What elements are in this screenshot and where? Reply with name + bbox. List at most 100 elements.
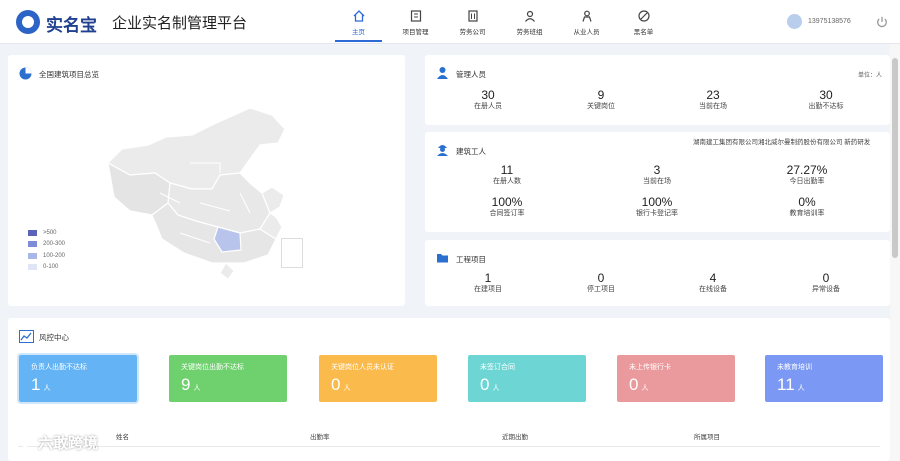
risk-value: 11 bbox=[777, 375, 795, 394]
trend-chart-icon bbox=[19, 330, 34, 343]
folder-icon bbox=[437, 254, 448, 263]
stat-online-devices: 4 在线设备 bbox=[663, 271, 763, 295]
watermark: 六敢跨境 bbox=[10, 432, 98, 453]
scrollbar-thumb[interactable] bbox=[892, 58, 898, 258]
stat-value: 100% bbox=[641, 195, 673, 209]
risk-label: 关键岗位出勤不达标 bbox=[181, 364, 244, 371]
legend-item: >500 bbox=[28, 227, 65, 239]
logo-icon bbox=[16, 10, 40, 34]
risk-label: 未上传银行卡 bbox=[629, 364, 671, 371]
nav-item-project-management[interactable]: 项目管理 bbox=[387, 0, 444, 44]
stat-label: 当前在场 bbox=[699, 103, 727, 110]
pie-chart-icon bbox=[19, 67, 32, 80]
nav-item-labor-company[interactable]: 劳务公司 bbox=[444, 0, 501, 44]
stat-value: 100% bbox=[491, 195, 523, 209]
stat-label: 在册人数 bbox=[493, 178, 521, 185]
blacklist-icon bbox=[637, 9, 650, 22]
risk-control-panel: 风控中心 负责人出勤不达标 1人 关键岗位出勤不达标 9人 关键岗位人员未认证 … bbox=[8, 318, 890, 461]
risk-value: 0 bbox=[480, 375, 490, 394]
risk-unit: 人 bbox=[43, 385, 51, 392]
legend-label: >500 bbox=[43, 229, 57, 236]
risk-unit: 人 bbox=[343, 385, 351, 392]
risk-box-key-attendance[interactable]: 关键岗位出勤不达标 9人 bbox=[169, 355, 287, 402]
map-legend: >500 200-300 100-200 0-100 bbox=[28, 227, 65, 273]
stat-label: 在册人员 bbox=[474, 103, 502, 110]
team-icon bbox=[524, 10, 535, 22]
stat-value: 0 bbox=[822, 271, 830, 285]
risk-box-no-bank-card[interactable]: 未上传银行卡 0人 bbox=[617, 355, 735, 402]
stat-attendance-rate: 27.27% 今日出勤率 bbox=[757, 163, 857, 187]
south-china-sea-inset bbox=[281, 238, 303, 268]
panel-title: 工程项目 bbox=[456, 255, 486, 264]
panel-title: 全国建筑项目总览 bbox=[39, 70, 99, 79]
stat-training-rate: 0% 教育培训率 bbox=[757, 195, 857, 219]
stat-label: 在建项目 bbox=[474, 286, 502, 293]
worker-helmet-icon bbox=[437, 145, 448, 156]
user-phone: 13975138576 bbox=[808, 18, 851, 25]
risk-value: 1 bbox=[31, 375, 41, 394]
unit-label: 单位：人 bbox=[857, 73, 882, 79]
nav-label: 黑名单 bbox=[633, 28, 654, 36]
legend-label: 0-100 bbox=[43, 264, 59, 271]
nav-item-labor-team[interactable]: 劳务班组 bbox=[501, 0, 558, 44]
column-header-recent-attendance[interactable]: 近期出勤 bbox=[502, 431, 528, 441]
nav-item-blacklist[interactable]: 黑名单 bbox=[615, 0, 672, 44]
stat-label: 异常设备 bbox=[812, 286, 840, 293]
main-nav: 主页 项目管理 劳务公司 劳务班组 从业人员 黑名单 bbox=[330, 0, 672, 44]
risk-label: 负责人出勤不达标 bbox=[31, 364, 87, 371]
stat-registered-staff: 30 在册人员 bbox=[438, 88, 538, 112]
risk-box-no-training[interactable]: 未教育培训 11 人 bbox=[765, 355, 883, 402]
manager-icon bbox=[437, 67, 448, 79]
table-cell-project: 湖南建工集团有限公司湘北威尔曼制药股份有限公司 新药研发 bbox=[693, 139, 871, 146]
legend-label: 100-200 bbox=[43, 252, 66, 259]
column-header-attendance-rate[interactable]: 出勤率 bbox=[310, 431, 330, 441]
worker-icon bbox=[581, 10, 592, 22]
stat-value: 1 bbox=[484, 271, 492, 285]
risk-unit: 人 bbox=[797, 385, 805, 392]
watermark-logo-icon bbox=[11, 434, 29, 451]
nav-label: 劳务公司 bbox=[459, 28, 486, 36]
legend-item: 200-300 bbox=[28, 239, 65, 251]
avatar[interactable] bbox=[787, 14, 802, 29]
risk-value: 9 bbox=[181, 375, 191, 394]
building-icon bbox=[467, 9, 478, 22]
nav-item-workers[interactable]: 从业人员 bbox=[558, 0, 615, 44]
risk-box-leader-attendance[interactable]: 负责人出勤不达标 1人 bbox=[17, 353, 139, 404]
risk-label: 未教育培训 bbox=[777, 364, 812, 371]
risk-label: 关键岗位人员未认证 bbox=[331, 364, 394, 371]
stat-active-projects: 1 在建项目 bbox=[438, 271, 538, 295]
stat-value: 3 bbox=[653, 163, 661, 177]
stat-value: 9 bbox=[597, 88, 605, 102]
risk-unit: 人 bbox=[193, 385, 201, 392]
column-header-project[interactable]: 所属项目 bbox=[694, 431, 720, 441]
stat-label: 停工项目 bbox=[587, 286, 615, 293]
stat-contract-rate: 100% 合同签订率 bbox=[457, 195, 557, 219]
platform-title: 企业实名制管理平台 bbox=[112, 14, 248, 32]
stat-label: 银行卡登记率 bbox=[636, 210, 678, 217]
stat-label: 合同签订率 bbox=[489, 210, 525, 217]
stat-abnormal-devices: 0 异常设备 bbox=[776, 271, 876, 295]
nav-label: 主页 bbox=[352, 28, 365, 36]
table-divider bbox=[18, 446, 880, 447]
power-icon[interactable] bbox=[875, 15, 889, 29]
scrollbar[interactable] bbox=[890, 44, 900, 461]
panel-title: 管理人员 bbox=[456, 70, 486, 79]
stat-label: 今日出勤率 bbox=[789, 178, 825, 185]
risk-box-key-unverified[interactable]: 关键岗位人员未认证 0人 bbox=[319, 355, 437, 402]
stat-label: 教育培训率 bbox=[789, 210, 825, 217]
nav-label: 项目管理 bbox=[402, 28, 429, 36]
stat-value: 11 bbox=[500, 163, 514, 177]
stat-label: 关键岗位 bbox=[587, 103, 615, 110]
stat-workers-on-site: 3 当前在场 bbox=[607, 163, 707, 187]
panel-title: 建筑工人 bbox=[456, 147, 486, 156]
stat-bank-card-rate: 100% 银行卡登记率 bbox=[607, 195, 707, 219]
project-overview-panel: 全国建筑项目总览 >500 200-300 100-200 0-100 bbox=[8, 55, 405, 306]
managers-panel: 管理人员 单位：人 30 在册人员 9 关键岗位 23 当前在场 30 出勤不达标 bbox=[425, 55, 890, 125]
risk-box-no-contract[interactable]: 未签订合同 0人 bbox=[468, 355, 586, 402]
stat-label: 在线设备 bbox=[699, 286, 727, 293]
legend-label: 200-300 bbox=[43, 241, 66, 248]
nav-item-home[interactable]: 主页 bbox=[330, 0, 387, 44]
column-header-name[interactable]: 姓名 bbox=[116, 431, 129, 441]
stat-attendance-failed: 30 出勤不达标 bbox=[776, 88, 876, 112]
stat-label: 出勤不达标 bbox=[808, 103, 844, 110]
